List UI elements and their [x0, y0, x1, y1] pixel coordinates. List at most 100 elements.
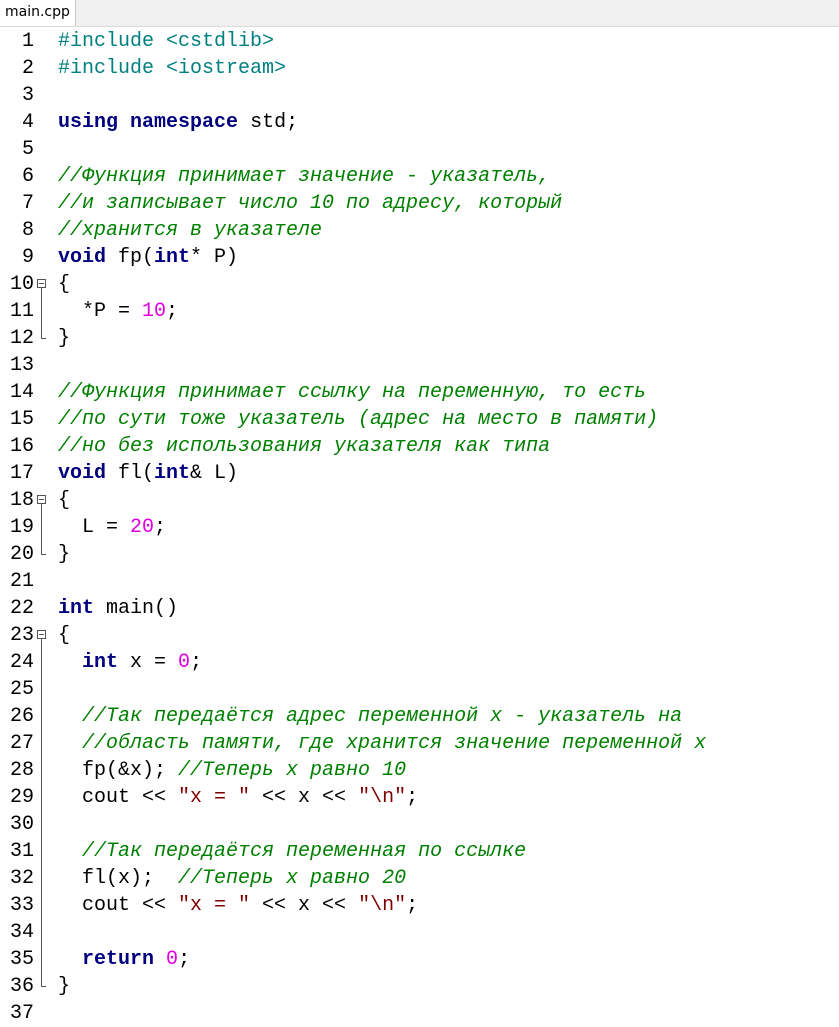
line-number: 34: [9, 921, 34, 944]
fold-collapse-icon[interactable]: [37, 487, 51, 514]
code-line[interactable]: 35 return 0;: [0, 946, 839, 973]
fold-collapse-icon[interactable]: [37, 271, 51, 298]
code-line[interactable]: 2 #include <iostream>: [0, 55, 839, 82]
code-text: #include <iostream>: [58, 55, 286, 82]
code-line[interactable]: 14 //Функция принимает ссылку на переменн…: [0, 379, 839, 406]
code-line[interactable]: 7 //и записывает число 10 по адресу, кото…: [0, 190, 839, 217]
code-token: //по сути тоже указатель (адрес на место…: [58, 408, 659, 431]
fold-end-marker: [37, 973, 51, 1000]
code-editor[interactable]: 1 #include <cstdlib> 2 #include <iostream> 3…: [0, 28, 839, 1027]
code-token: ;: [166, 300, 179, 323]
line-number: 28: [9, 759, 34, 782]
code-text: //хранится в указателе: [58, 217, 322, 244]
line-number: 22: [9, 597, 34, 620]
code-token: std;: [238, 111, 299, 134]
code-text: L = 20;: [58, 514, 166, 541]
code-line[interactable]: 32 fl(x); //Теперь x равно 20: [0, 865, 839, 892]
code-line[interactable]: 10 {: [0, 271, 839, 298]
line-number: 29: [9, 786, 34, 809]
code-line[interactable]: 15 //по сути тоже указатель (адрес на мес…: [0, 406, 839, 433]
code-line[interactable]: 22 int main(): [0, 595, 839, 622]
code-token: "x = ": [178, 894, 251, 917]
code-line[interactable]: 31 //Так передаётся переменная по ссылке: [0, 838, 839, 865]
code-line[interactable]: 9 void fp(int* P): [0, 244, 839, 271]
code-line[interactable]: 24 int x = 0;: [0, 649, 839, 676]
code-token: 0: [178, 651, 191, 674]
code-line[interactable]: 20}: [0, 541, 839, 568]
code-line[interactable]: 5: [0, 136, 839, 163]
code-line[interactable]: 30: [0, 811, 839, 838]
code-line[interactable]: 29 cout << "x = " << x << "\n";: [0, 784, 839, 811]
fold-guide-line: [37, 757, 51, 784]
line-number: 11: [9, 300, 34, 323]
code-token: }: [58, 975, 71, 998]
line-number: 36: [9, 975, 34, 998]
line-number: 14: [9, 381, 34, 404]
code-line[interactable]: 27 //область памяти, где хранится значен…: [0, 730, 839, 757]
code-line[interactable]: 8 //хранится в указателе: [0, 217, 839, 244]
code-token: "\n": [358, 894, 407, 917]
line-number: 32: [9, 867, 34, 890]
code-token: ;: [190, 651, 203, 674]
line-number: 33: [9, 894, 34, 917]
code-token: ;: [406, 786, 419, 809]
code-token: main(): [94, 597, 179, 620]
code-token: x =: [118, 651, 179, 674]
code-token: << x <<: [250, 894, 359, 917]
code-line[interactable]: 4 using namespace std;: [0, 109, 839, 136]
code-line[interactable]: 25: [0, 676, 839, 703]
code-token: void: [58, 462, 107, 485]
code-text: cout << "x = " << x << "\n";: [58, 892, 418, 919]
code-text: int x = 0;: [58, 649, 202, 676]
code-token: int: [154, 462, 191, 485]
code-line[interactable]: 34: [0, 919, 839, 946]
code-line[interactable]: 17 void fl(int& L): [0, 460, 839, 487]
code-line[interactable]: 1 #include <cstdlib>: [0, 28, 839, 55]
code-line[interactable]: 19 L = 20;: [0, 514, 839, 541]
line-number: 9: [21, 246, 34, 269]
code-line[interactable]: 37: [0, 1000, 839, 1027]
fold-guide-line: [37, 703, 51, 730]
line-number: 4: [21, 111, 34, 134]
code-token: //Так передаётся переменная по ссылке: [82, 840, 527, 863]
code-token: ;: [178, 948, 191, 971]
fold-guide-line: [37, 649, 51, 676]
line-number: 25: [9, 678, 34, 701]
fold-guide-line: [37, 298, 51, 325]
code-token: {: [58, 489, 71, 512]
line-number: 21: [9, 570, 34, 593]
code-text: }: [58, 973, 70, 1000]
line-number: 1: [21, 30, 34, 53]
fold-guide-line: [37, 946, 51, 973]
code-line[interactable]: 33 cout << "x = " << x << "\n";: [0, 892, 839, 919]
code-text: //по сути тоже указатель (адрес на место…: [58, 406, 658, 433]
code-line[interactable]: 12}: [0, 325, 839, 352]
code-line[interactable]: 28 fp(&x); //Теперь x равно 10: [0, 757, 839, 784]
code-token: {: [58, 273, 71, 296]
fold-guide-line: [37, 919, 51, 946]
line-number: 19: [9, 516, 34, 539]
fold-guide-line: [37, 784, 51, 811]
code-token: "x = ": [178, 786, 251, 809]
code-line[interactable]: 3: [0, 82, 839, 109]
code-line[interactable]: 23 {: [0, 622, 839, 649]
code-line[interactable]: 13: [0, 352, 839, 379]
code-token: }: [58, 543, 71, 566]
line-number: 20: [9, 543, 34, 566]
tab-main-cpp[interactable]: main.cpp: [0, 0, 76, 26]
code-token: 0: [166, 948, 179, 971]
line-number: 12: [9, 327, 34, 350]
fold-collapse-icon[interactable]: [37, 622, 51, 649]
code-line[interactable]: 36}: [0, 973, 839, 1000]
code-line[interactable]: 26 //Так передаётся адрес переменной x -…: [0, 703, 839, 730]
code-line[interactable]: 21: [0, 568, 839, 595]
code-line[interactable]: 6 //Функция принимает значение - указател…: [0, 163, 839, 190]
code-token: //и записывает число 10 по адресу, котор…: [58, 192, 563, 215]
code-line[interactable]: 16 //но без использования указателя как т…: [0, 433, 839, 460]
code-line[interactable]: 11 *P = 10;: [0, 298, 839, 325]
code-line[interactable]: 18 {: [0, 487, 839, 514]
